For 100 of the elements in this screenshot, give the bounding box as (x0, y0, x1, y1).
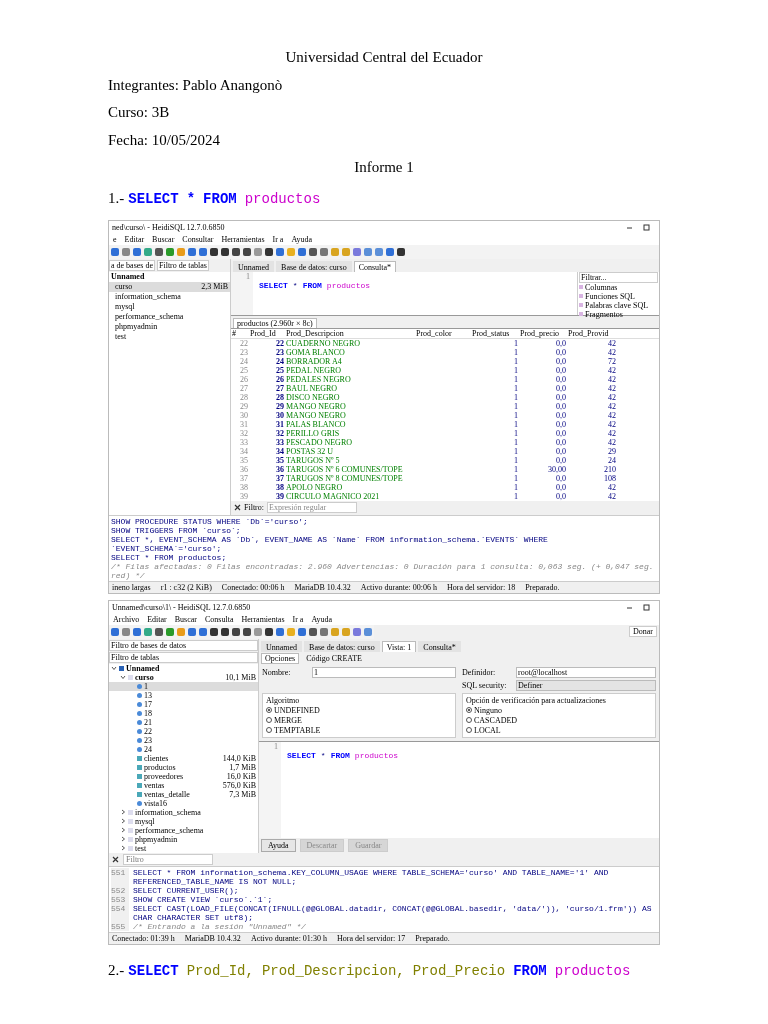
tree-item[interactable]: curso 10,1 MiB (109, 672, 258, 682)
table-cell-text: 1 (513, 374, 519, 384)
radio-label: TEMPTABLE (274, 725, 321, 735)
table-cell-text: 37 (239, 473, 249, 483)
tree-item[interactable]: performance_schema (109, 311, 230, 322)
tab[interactable]: Unnamed (233, 260, 275, 272)
maximize-icon[interactable] (643, 223, 650, 231)
menu-item[interactable]: Consulta (205, 614, 234, 624)
table-cell-text: 0,0 (555, 338, 567, 348)
chevron-right-icon[interactable] (120, 845, 126, 851)
tree-item[interactable]: proveedores 16,0 KiB (109, 771, 258, 781)
tree-item[interactable]: 23 (109, 735, 258, 745)
tree-item[interactable]: Unnamed (109, 271, 230, 282)
column-header[interactable]: Prod_status (471, 328, 519, 338)
tree-item[interactable]: Unnamed (109, 663, 258, 673)
tab[interactable]: Unnamed (261, 640, 303, 652)
column-header[interactable]: Prod_precio (519, 328, 567, 338)
tree-item[interactable]: ventas_detalle 7,3 MiB (109, 789, 258, 799)
tree-label: vista16 (144, 798, 168, 808)
tree-item[interactable]: clientes 144,0 KiB (109, 753, 258, 763)
database-filter-field[interactable]: a de bases de (109, 259, 155, 271)
tree-item[interactable]: test (109, 331, 230, 342)
tree-item[interactable]: test (109, 843, 258, 853)
helper-item[interactable]: Fragmentos (585, 309, 623, 319)
table-cell-text: MANGO NEGRO (285, 410, 347, 420)
tree-item[interactable]: 17 (109, 699, 258, 709)
chevron-right-icon[interactable] (120, 818, 126, 824)
chevron-down-icon[interactable] (120, 674, 126, 680)
column-header[interactable]: Prod_Descripcion (285, 328, 415, 338)
close-icon[interactable] (112, 855, 119, 863)
definer-field[interactable]: root@localhost (516, 666, 656, 678)
column-header[interactable]: Prod_Id (249, 328, 285, 338)
tree-item[interactable]: phpmyadmin (109, 321, 230, 332)
column-header[interactable]: # (231, 328, 249, 338)
tab[interactable]: Vista: 1 (381, 640, 417, 652)
menu-item[interactable]: Herramientas (241, 614, 285, 624)
helper-item[interactable]: Palabras clave SQL (585, 300, 649, 310)
tree-item[interactable]: productos 1,7 MiB (109, 762, 258, 772)
tab[interactable]: Código CREATE (302, 652, 366, 664)
menu-item[interactable]: Ayuda (311, 614, 332, 624)
chevron-down-icon[interactable] (111, 665, 117, 671)
tree-item[interactable]: information_schema (109, 291, 230, 302)
helper-item[interactable]: Columnas (585, 282, 618, 292)
tree-item[interactable]: 24 (109, 744, 258, 754)
name-field[interactable]: 1 (312, 666, 456, 678)
tree-item[interactable]: curso 2,3 MiB (109, 281, 230, 292)
menu-item[interactable]: Buscar (174, 614, 197, 624)
table-cell-text: 34 (239, 446, 249, 456)
table-filter-field[interactable]: Filtro de tablas (109, 651, 258, 663)
helper-item[interactable]: Funciones SQL (585, 291, 635, 301)
menu-item[interactable]: Editar (147, 614, 167, 624)
menu-item[interactable]: Ayuda (291, 234, 312, 244)
tree-item[interactable]: performance_schema (109, 825, 258, 835)
result-tab[interactable]: productos (2.960r × 8c) (233, 317, 317, 328)
tree-item[interactable]: ventas 576,0 KiB (109, 780, 258, 790)
menu-item[interactable]: Buscar (152, 234, 175, 244)
table-cell-text: 0,0 (555, 455, 567, 465)
table-cell-text: 1 (513, 392, 519, 402)
tree-item[interactable]: phpmyadmin (109, 834, 258, 844)
security-dropdown[interactable]: Definer (516, 679, 656, 691)
table-filter-field[interactable]: Filtro de tablas (157, 259, 209, 271)
tab[interactable]: Base de datos: curso (304, 640, 380, 652)
helper-filter-field[interactable]: Filtrar... (579, 271, 658, 283)
tab[interactable]: Base de datos: curso (276, 260, 352, 272)
column-header[interactable]: Prod_Provid (567, 328, 617, 338)
column-header[interactable]: Prod_color (415, 328, 471, 338)
table-cell-text: 42 (607, 383, 617, 393)
filter-field[interactable]: Expresión regular (267, 502, 357, 513)
chevron-right-icon[interactable] (120, 809, 126, 815)
filter-field[interactable]: Filtro (123, 853, 213, 865)
menu-item[interactable]: e (113, 234, 117, 244)
tab[interactable]: Opciones (261, 652, 300, 664)
tree-item[interactable]: mysql (109, 816, 258, 826)
menu-item[interactable]: Ir a (272, 234, 284, 244)
menu-item[interactable]: Editar (124, 234, 145, 244)
tab[interactable]: Consulta* (353, 260, 397, 272)
chevron-right-icon[interactable] (120, 836, 126, 842)
tab[interactable]: Consulta* (418, 640, 461, 652)
tree-item[interactable]: 22 (109, 726, 258, 736)
maximize-icon[interactable] (643, 603, 650, 611)
chevron-right-icon[interactable] (120, 827, 126, 833)
table-cell-text: 1 (513, 428, 519, 438)
close-icon[interactable] (234, 504, 241, 511)
tree-item[interactable]: vista16 (109, 798, 258, 808)
menu-item[interactable]: Herramientas (221, 234, 265, 244)
tree-item[interactable]: mysql (109, 301, 230, 312)
table-cell-text: 29 (607, 446, 617, 456)
action-button[interactable]: Ayuda (261, 838, 296, 852)
tree-item[interactable]: information_schema (109, 807, 258, 817)
menu-item[interactable]: Consultar (182, 234, 214, 244)
tree-item[interactable]: 18 (109, 708, 258, 718)
menu-item[interactable]: Archivo (113, 614, 140, 624)
donate-button[interactable]: Donar (629, 626, 657, 637)
table-cell-text: BORRADOR A4 (285, 356, 343, 366)
database-filter-field[interactable]: Filtro de bases de datos (109, 639, 258, 651)
tree-item[interactable]: 21 (109, 717, 258, 727)
menu-item[interactable]: Ir a (292, 614, 304, 624)
tree-item[interactable]: 13 (109, 690, 258, 700)
tree-item[interactable]: 1 (109, 681, 258, 691)
code-token: productos (354, 750, 399, 760)
